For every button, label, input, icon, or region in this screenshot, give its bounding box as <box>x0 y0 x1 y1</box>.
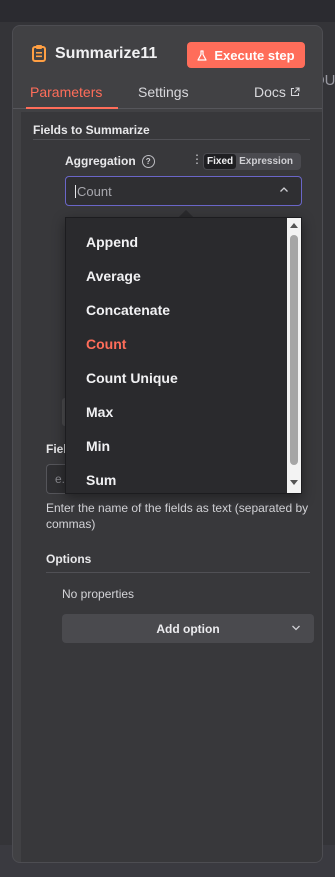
fields-to-summarize-heading: Fields to Summarize <box>33 123 150 137</box>
dropdown-option-concatenate[interactable]: Concatenate <box>86 302 170 318</box>
scroll-up-arrow[interactable] <box>290 223 298 228</box>
dropdown-option-count-unique[interactable]: Count Unique <box>86 370 178 386</box>
dropdown-option-min[interactable]: Min <box>86 438 110 454</box>
tab-docs[interactable]: Docs <box>254 84 300 100</box>
node-title[interactable]: Summarize11 <box>55 45 157 63</box>
execute-step-button[interactable]: Execute step <box>187 42 305 68</box>
background-top-bar <box>0 0 335 22</box>
help-icon[interactable]: ? <box>141 154 155 168</box>
execute-step-label: Execute step <box>214 47 295 63</box>
options-heading: Options <box>46 552 92 566</box>
tab-parameters[interactable]: Parameters <box>25 84 119 109</box>
dropdown-option-average[interactable]: Average <box>86 268 141 284</box>
aggregation-dropdown: Append Average Concatenate Count Count U… <box>65 217 302 494</box>
tab-settings[interactable]: Settings <box>138 84 189 100</box>
external-link-icon <box>290 87 300 97</box>
toggle-expression[interactable]: Expression <box>236 154 296 169</box>
dropdown-option-sum[interactable]: Sum <box>86 472 116 488</box>
options-divider <box>46 572 310 573</box>
fields-hint: Enter the name of the fields as text (se… <box>46 501 309 531</box>
tab-docs-label: Docs <box>254 84 286 100</box>
aggregation-select[interactable]: Count <box>65 176 302 206</box>
aggregation-label-text: Aggregation <box>65 154 136 168</box>
dropdown-option-append[interactable]: Append <box>86 234 138 250</box>
fixed-expression-toggle[interactable]: Fixed Expression <box>203 153 301 170</box>
chevron-down-icon <box>292 625 300 631</box>
panel-header: Summarize11 Execute step <box>13 26 322 86</box>
dropdown-option-max[interactable]: Max <box>86 404 113 420</box>
dropdown-option-count[interactable]: Count <box>86 336 126 352</box>
clipboard-icon <box>32 45 46 62</box>
dropdown-scrollbar[interactable] <box>287 218 301 493</box>
chevron-up-icon <box>280 187 288 192</box>
flask-icon <box>197 49 207 61</box>
no-properties-text: No properties <box>62 587 135 601</box>
add-option-button[interactable]: Add option <box>62 614 314 643</box>
aggregation-select-value: Count <box>77 184 112 199</box>
add-option-label: Add option <box>156 622 220 636</box>
scroll-thumb[interactable] <box>290 235 298 465</box>
tab-bar: Parameters Settings Docs <box>13 84 322 109</box>
section-divider <box>33 139 310 140</box>
toggle-fixed[interactable]: Fixed <box>204 154 237 169</box>
kebab-icon[interactable]: ⋮ <box>191 152 203 166</box>
scroll-down-arrow[interactable] <box>290 480 298 485</box>
aggregation-label: Aggregation ? <box>65 154 155 168</box>
